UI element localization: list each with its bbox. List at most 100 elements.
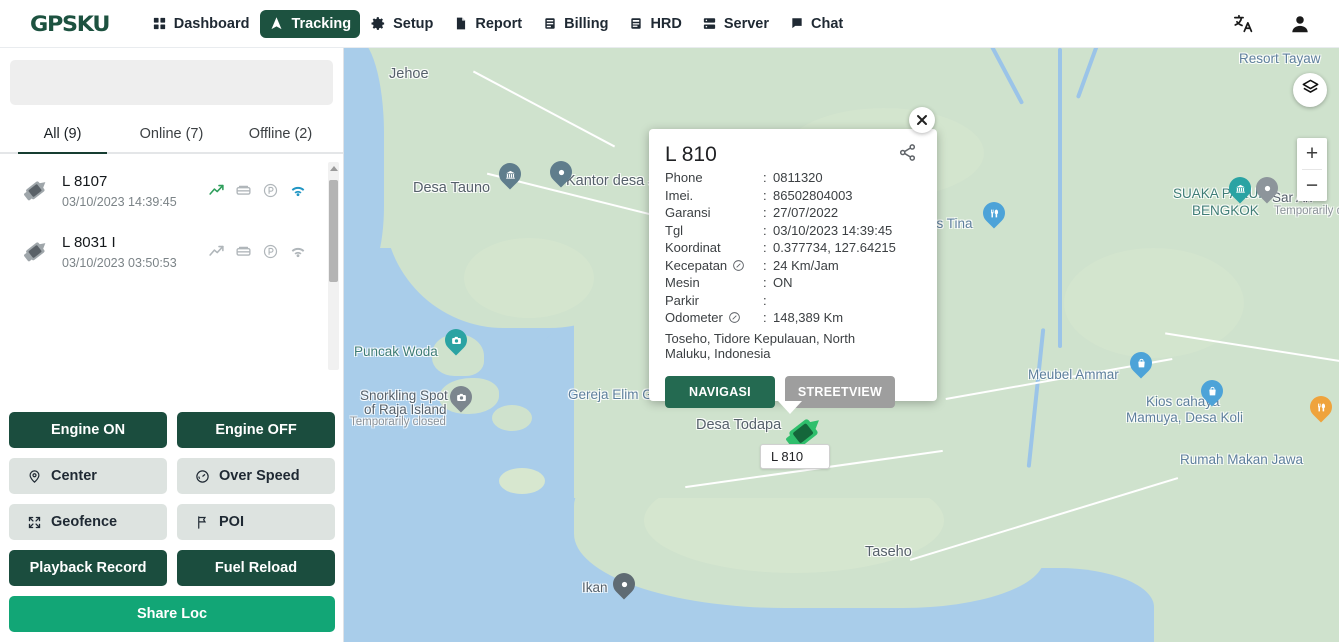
nav-item-server[interactable]: Server [693,10,778,38]
map-pin-dot[interactable] [545,156,577,191]
over-speed-button[interactable]: Over Speed [177,458,335,494]
search-input[interactable] [10,60,333,105]
map-island-small-a [492,405,532,431]
card-icon [542,16,557,31]
id-card-icon [628,16,643,31]
map-pin-restaurant[interactable] [1305,391,1337,426]
shop-icon [1205,384,1219,398]
vehicle-list-scrollbar[interactable] [328,162,339,370]
popup-row-separator: : [763,292,767,308]
map-canvas[interactable]: Jehoe Desa Tauno Kantor desa Jole Puncak Wo… [344,48,1339,642]
car-icon[interactable] [235,182,252,199]
vehicle-name: L 8031 I [62,234,116,251]
gear-icon [371,16,386,31]
vehicle-info: L 8031 I 03/10/2023 03:50:53 [62,233,208,270]
museum-icon [1233,181,1247,195]
popup-title: L 810 [665,143,717,166]
info-badge-icon[interactable] [728,311,741,324]
map-layers-button[interactable] [1293,73,1327,107]
trending-up-icon[interactable] [208,182,225,199]
poi-button[interactable]: POI [177,504,335,540]
popup-close-button[interactable] [909,107,935,133]
main-navigation: Dashboard Tracking Setup Report Billing HRD Se… [143,9,853,38]
document-icon [453,16,468,31]
app-logo[interactable]: GPSKU [30,12,110,36]
share-icon[interactable] [898,143,917,167]
poi-button-label: POI [219,514,244,530]
share-loc-row: Share Loc [9,596,335,632]
engine-off-button[interactable]: Engine OFF [177,412,335,448]
playback-record-button[interactable]: Playback Record [9,550,167,586]
geofence-button[interactable]: Geofence [9,504,167,540]
popup-row-key-label: Tgl [665,222,684,238]
info-badge-icon[interactable] [732,259,745,272]
header-actions [1233,13,1311,35]
engine-on-button[interactable]: Engine ON [9,412,167,448]
zoom-in-button[interactable]: + [1297,138,1327,169]
popup-row-separator: : [763,205,767,220]
nav-item-setup[interactable]: Setup [362,10,442,38]
popup-row-value: 03/10/2023 14:39:45 [773,222,893,238]
navigasi-button[interactable]: NAVIGASI [665,375,775,408]
popup-row-key: Odometer [665,309,763,327]
tab-offline[interactable]: Offline (2) [226,120,335,152]
center-button-label: Center [51,468,97,484]
popup-row-key: Phone [665,169,763,187]
center-button[interactable]: Center [9,458,167,494]
share-loc-button[interactable]: Share Loc [9,596,335,632]
vehicle-list[interactable]: L 8107 03/10/2023 14:39:45 L 8031 I 03/10/2… [0,160,343,372]
vehicle-type-icon [16,178,54,204]
map-pin-restaurant[interactable] [978,197,1010,232]
popup-row-value: 27/07/2022 [773,205,839,220]
wifi-icon[interactable] [289,182,307,200]
parking-icon[interactable] [262,182,279,199]
vehicle-list-item[interactable]: L 8031 I 03/10/2023 03:50:53 [0,221,343,282]
map-pin-shop[interactable] [1196,375,1228,410]
map-pin-dot[interactable] [1251,172,1283,207]
popup-row-separator: : [763,170,767,185]
status-filter-tabs: All (9) Online (7) Offline (2) [0,120,343,154]
translate-icon[interactable] [1233,13,1255,35]
map-pin-museum[interactable] [1224,172,1256,207]
tab-all[interactable]: All (9) [8,120,117,154]
popup-pointer [778,401,802,414]
car-icon[interactable] [235,243,252,260]
nav-item-chat[interactable]: Chat [780,10,852,38]
vehicle-detail-popup: L 810 Phone:0811320 Imei.:86502804003 Gara… [649,129,937,408]
nav-item-label: Setup [393,15,434,32]
popup-row-value: 24 Km/Jam [773,257,839,273]
nav-item-tracking[interactable]: Tracking [260,9,361,38]
nav-item-label: Tracking [291,15,352,32]
user-account-icon[interactable] [1289,13,1311,35]
tab-online[interactable]: Online (7) [117,120,226,152]
nav-item-dashboard[interactable]: Dashboard [143,10,259,38]
vehicle-info: L 8107 03/10/2023 14:39:45 [62,172,208,209]
nav-item-billing[interactable]: Billing [533,10,617,38]
parking-icon[interactable] [262,243,279,260]
restaurant-icon [987,206,1001,220]
popup-row-value: 148,389 Km [773,310,844,325]
map-pin-museum[interactable] [494,158,526,193]
wifi-icon[interactable] [289,243,307,261]
museum-icon [503,167,517,181]
app-header: GPSKU Dashboard Tracking Setup Report Billin… [0,0,1339,48]
zoom-out-button[interactable]: − [1297,170,1327,201]
map-pin-camera[interactable] [440,324,472,359]
scrollbar-thumb[interactable] [329,180,338,282]
scroll-up-arrow-icon[interactable] [329,166,338,171]
vehicle-list-item[interactable]: L 8107 03/10/2023 14:39:45 [0,160,343,221]
map-water-west [344,48,384,278]
map-pin-shop[interactable] [1125,347,1157,382]
map-pin-camera[interactable] [445,381,477,416]
popup-row-key-label: Mesin [665,275,700,290]
chat-icon [789,16,804,31]
popup-row-separator: : [763,275,767,290]
fuel-reload-button[interactable]: Fuel Reload [177,550,335,586]
trending-up-icon[interactable] [208,243,225,260]
popup-address: Toseho, Tidore Kepulauan, North Maluku, … [665,330,856,362]
shop-icon [1134,356,1148,370]
map-pin-dot[interactable] [608,568,640,603]
nav-item-report[interactable]: Report [444,10,531,38]
nav-item-hrd[interactable]: HRD [619,10,690,38]
popup-row-key: Imei. [665,187,763,205]
